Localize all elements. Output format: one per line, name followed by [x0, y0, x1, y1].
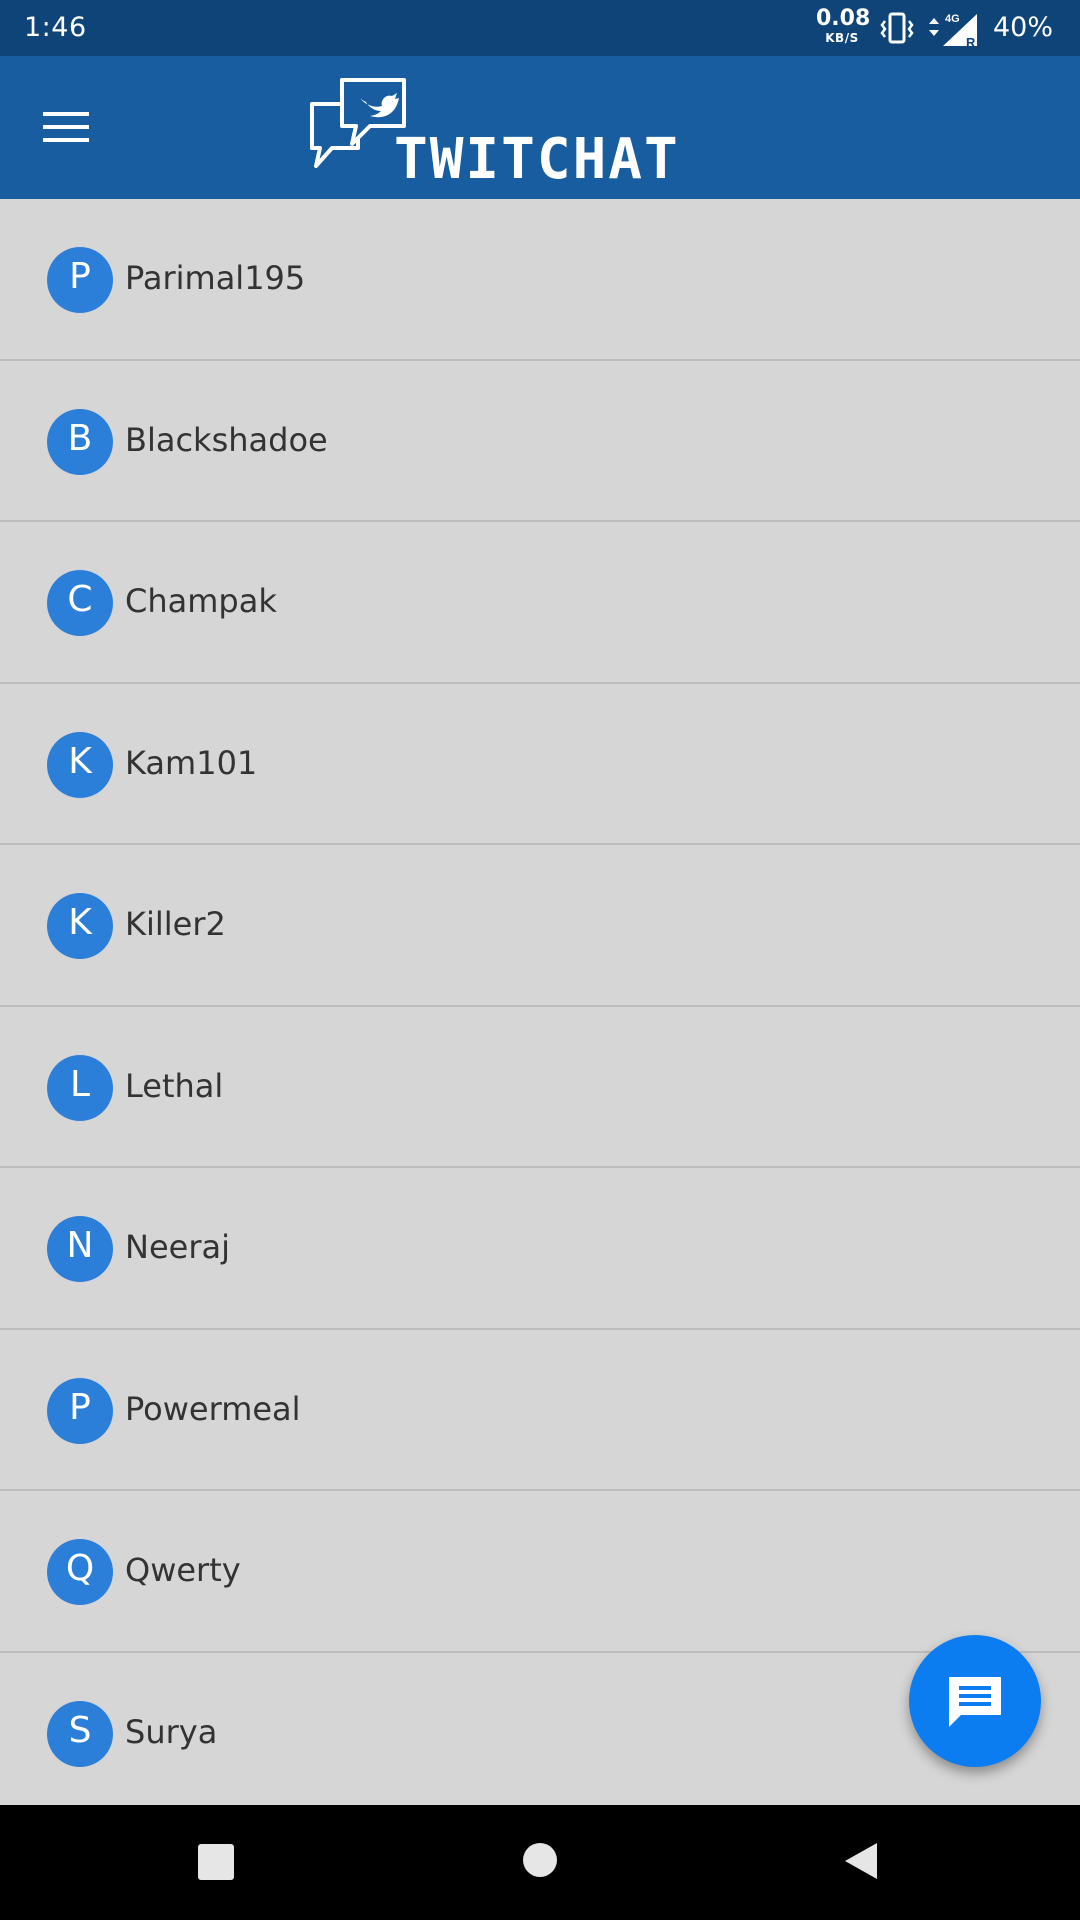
avatar: K: [47, 731, 113, 798]
network-speed-value: 0.08: [816, 6, 871, 31]
user-list: P Parimal195 B Blackshadoe C Champak K K…: [0, 199, 1080, 1805]
vibrate-icon: [880, 12, 914, 48]
list-item[interactable]: C Champak: [0, 522, 1080, 684]
avatar: S: [47, 1700, 113, 1767]
logo-text: TWITCHAT: [394, 127, 680, 186]
username: Lethal: [125, 1066, 224, 1105]
signal-icon: 4G R: [925, 10, 981, 52]
list-item[interactable]: K Killer2: [0, 845, 1080, 1007]
app-logo: TWITCHAT: [306, 76, 706, 192]
battery-percentage: 40%: [993, 12, 1054, 43]
list-item[interactable]: K Kam101: [0, 684, 1080, 845]
avatar: L: [47, 1054, 113, 1121]
list-item[interactable]: Q Qwerty: [0, 1491, 1080, 1653]
app-bar: TWITCHAT: [0, 56, 1080, 199]
list-item[interactable]: B Blackshadoe: [0, 361, 1080, 522]
chat-message-icon: [949, 1677, 1001, 1727]
roaming-indicator: R: [966, 35, 976, 48]
back-triangle-icon[interactable]: [843, 1841, 879, 1885]
network-type: 4G: [945, 13, 960, 25]
username: Champak: [125, 582, 277, 620]
new-chat-button[interactable]: [909, 1635, 1041, 1767]
menu-button[interactable]: [30, 96, 102, 158]
avatar: C: [47, 570, 113, 636]
username: Powermeal: [125, 1389, 301, 1428]
list-item[interactable]: P Powermeal: [0, 1330, 1080, 1491]
username: Qwerty: [125, 1551, 241, 1589]
username: Parimal195: [125, 259, 306, 297]
navigation-bar: [0, 1805, 1080, 1920]
home-circle-icon[interactable]: [523, 1843, 557, 1877]
status-bar: 1:46 0.08 KB/S 4G R 40%: [0, 0, 1080, 56]
network-speed-unit: KB/S: [825, 31, 859, 45]
avatar: P: [47, 1377, 113, 1444]
username: Kam101: [125, 743, 258, 782]
list-item[interactable]: L Lethal: [0, 1007, 1080, 1168]
status-time: 1:46: [24, 12, 87, 43]
username: Neeraj: [125, 1228, 230, 1266]
username: Surya: [125, 1712, 218, 1751]
hamburger-menu-icon: [43, 112, 89, 142]
list-item[interactable]: P Parimal195: [0, 199, 1080, 361]
avatar: K: [47, 893, 113, 959]
username: Killer2: [125, 905, 226, 943]
avatar: P: [47, 247, 113, 313]
avatar: Q: [47, 1539, 113, 1605]
recents-square-icon[interactable]: [198, 1844, 234, 1880]
avatar: N: [47, 1216, 113, 1282]
avatar: B: [47, 408, 113, 475]
username: Blackshadoe: [125, 420, 328, 459]
list-item[interactable]: N Neeraj: [0, 1168, 1080, 1330]
network-speed: 0.08 KB/S: [816, 6, 871, 45]
